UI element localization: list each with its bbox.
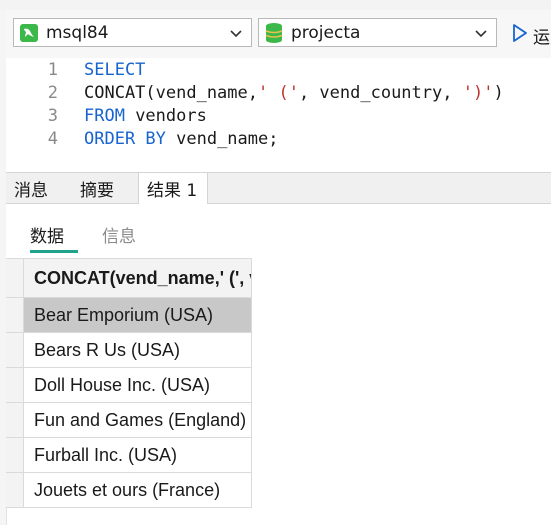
column-header[interactable]: CONCAT(vend_name,' (', vend_country, ')'…: [24, 258, 252, 298]
tab-summary[interactable]: 摘要: [80, 173, 134, 203]
table-row[interactable]: Furball Inc. (USA): [24, 438, 252, 473]
database-icon: [263, 22, 285, 44]
sql-text: ): [493, 83, 504, 103]
window-top-strip: [0, 0, 551, 10]
connection-value: msql84: [46, 22, 109, 43]
code-line: CONCAT(vend_name,' (', vend_country, ')'…: [84, 83, 504, 103]
sql-keyword: SELECT: [84, 60, 146, 80]
sql-string: ')': [462, 83, 494, 103]
tab-label: 结果 1: [147, 181, 198, 201]
code-line: ORDER BY vend_name;: [84, 129, 278, 149]
sql-string: ' (': [258, 83, 299, 103]
subtab-info[interactable]: 信息: [102, 222, 136, 247]
row-header[interactable]: [6, 368, 24, 403]
table-row[interactable]: Doll House Inc. (USA): [24, 368, 252, 403]
sql-text: vend_name;: [165, 129, 279, 149]
tab-messages[interactable]: 消息: [14, 173, 68, 203]
tab-label: 消息: [14, 180, 48, 201]
tab-result-1[interactable]: 结果 1: [138, 173, 208, 204]
query-toolbar: msql84 projecta 运: [6, 10, 551, 58]
active-subtab-underline: [30, 250, 78, 253]
sql-text: vendors: [124, 106, 207, 126]
result-subtabs: 数据 信息: [6, 204, 551, 258]
subtab-data[interactable]: 数据: [30, 222, 64, 247]
line-number: 3: [47, 106, 58, 126]
table-row[interactable]: Bear Emporium (USA): [24, 298, 252, 333]
line-number: 4: [47, 129, 58, 149]
grid-corner: [6, 258, 24, 298]
play-icon: [511, 23, 529, 47]
row-header[interactable]: [6, 473, 24, 508]
line-number: 1: [47, 60, 58, 80]
sql-keyword: FROM: [84, 106, 125, 126]
row-header[interactable]: [6, 403, 24, 438]
code-line: FROM vendors: [84, 106, 207, 126]
tab-label: 摘要: [80, 180, 114, 201]
database-select[interactable]: projecta: [258, 18, 497, 47]
sql-editor[interactable]: 1 2 3 4 SELECT CONCAT(vend_name,' (', ve…: [6, 58, 551, 172]
run-label: 运: [533, 27, 550, 48]
chevron-down-icon[interactable]: [225, 22, 247, 44]
code-line: SELECT: [84, 60, 145, 80]
table-row[interactable]: Jouets et ours (France): [24, 473, 252, 508]
row-header[interactable]: [6, 438, 24, 473]
chevron-down-icon[interactable]: [470, 22, 492, 44]
table-row[interactable]: Bears R Us (USA): [24, 333, 252, 368]
connection-select[interactable]: msql84: [13, 18, 252, 47]
result-tabs: 消息 摘要 结果 1: [6, 172, 551, 204]
row-header[interactable]: [6, 298, 24, 333]
sql-text: CONCAT(vend_name,: [84, 83, 258, 103]
database-value: projecta: [291, 22, 361, 43]
sql-keyword: ORDER BY: [84, 129, 166, 149]
run-button[interactable]: 运: [511, 22, 550, 48]
sql-text: , vend_country,: [298, 83, 463, 103]
table-row[interactable]: Fun and Games (England): [24, 403, 252, 438]
row-header[interactable]: [6, 333, 24, 368]
dolphin-icon: [18, 22, 40, 44]
line-number: 2: [47, 83, 58, 103]
